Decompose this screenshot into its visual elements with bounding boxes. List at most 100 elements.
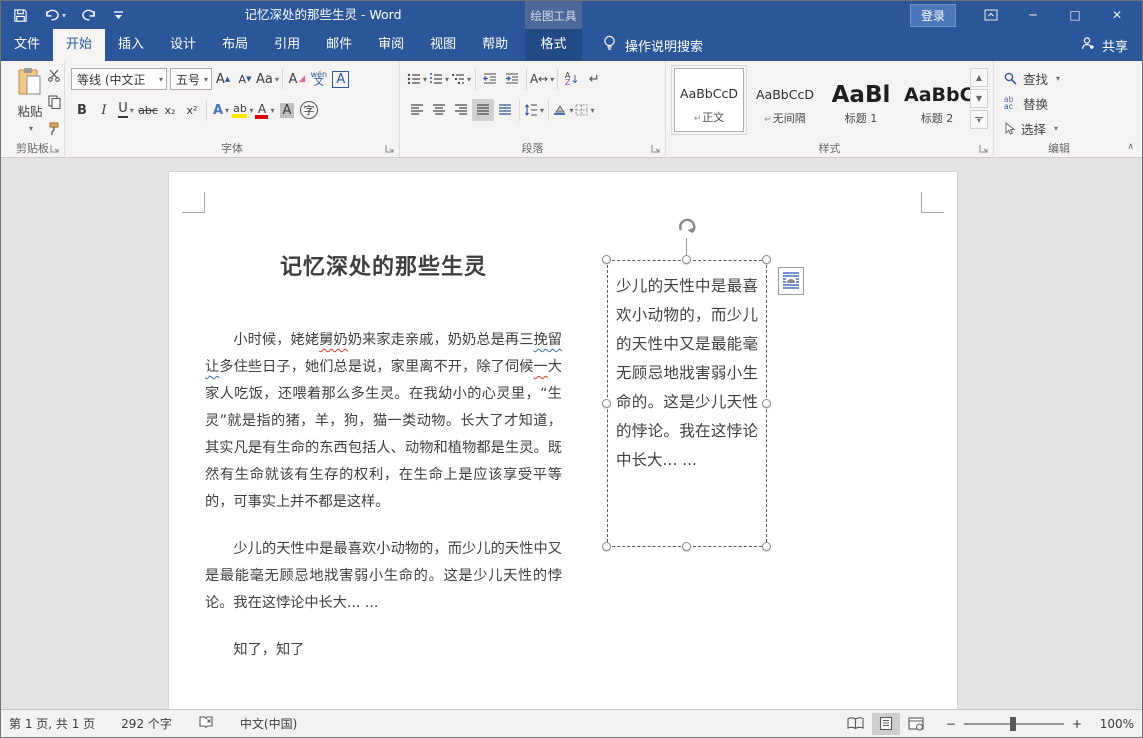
multilevel-list-button[interactable]: ▾ xyxy=(450,68,472,90)
zoom-slider-thumb[interactable] xyxy=(1010,717,1016,731)
tab-file[interactable]: 文件 xyxy=(1,29,53,61)
word-count-status[interactable]: 292 个字 xyxy=(121,715,172,732)
resize-handle-bottom-left[interactable] xyxy=(602,542,611,551)
zoom-in-button[interactable]: + xyxy=(1072,717,1082,731)
format-painter-button[interactable] xyxy=(48,121,61,140)
zoom-slider[interactable] xyxy=(964,723,1064,725)
character-shading-button[interactable]: A xyxy=(276,99,298,121)
paste-button[interactable]: 粘贴 ▾ xyxy=(9,67,51,139)
bold-button[interactable]: B xyxy=(71,99,93,121)
character-border-button[interactable]: A xyxy=(330,68,352,90)
tab-view[interactable]: 视图 xyxy=(417,29,469,61)
text-effects-button[interactable]: A▾ xyxy=(210,99,232,121)
change-case-button[interactable]: Aa▾ xyxy=(256,68,279,90)
web-layout-button[interactable] xyxy=(902,713,930,735)
increase-indent-button[interactable] xyxy=(501,68,523,90)
tab-home[interactable]: 开始 xyxy=(53,29,105,61)
paragraph-3[interactable]: 知了，知了 xyxy=(205,637,923,664)
align-left-button[interactable] xyxy=(406,99,428,121)
zoom-percentage[interactable]: 100% xyxy=(1090,717,1134,731)
print-layout-button[interactable] xyxy=(872,713,900,735)
resize-handle-bottom-right[interactable] xyxy=(762,542,771,551)
style-card-heading1[interactable]: AaBl 标题 1 xyxy=(826,68,896,132)
replace-button[interactable]: abac 替换 xyxy=(1004,94,1060,113)
styles-gallery-up-button[interactable]: ▲ xyxy=(970,68,988,87)
asian-layout-button[interactable]: A▾ xyxy=(530,68,554,90)
phonetic-guide-button[interactable]: wén文 xyxy=(308,68,330,90)
line-spacing-button[interactable]: ▾ xyxy=(523,99,545,121)
decrease-indent-button[interactable] xyxy=(479,68,501,90)
share-button[interactable]: 共享 xyxy=(1081,29,1128,61)
minimize-button[interactable]: ─ xyxy=(1012,1,1054,29)
tab-mailings[interactable]: 邮件 xyxy=(313,29,365,61)
close-button[interactable]: ✕ xyxy=(1096,1,1138,29)
document-page[interactable]: 记忆深处的那些生灵 小时候，姥姥舅奶奶来家走亲戚，奶奶总是再三挽留让多住些日子，… xyxy=(168,171,958,711)
language-status[interactable]: 中文(中国) xyxy=(240,715,297,732)
align-right-button[interactable] xyxy=(450,99,472,121)
shrink-font-button[interactable]: A▼ xyxy=(234,68,256,90)
ribbon-display-options-button[interactable] xyxy=(970,1,1012,29)
select-button[interactable]: 选择▾ xyxy=(1004,119,1060,138)
resize-handle-middle-left[interactable] xyxy=(602,399,611,408)
page-number-status[interactable]: 第 1 页, 共 1 页 xyxy=(9,715,95,732)
document-canvas[interactable]: 记忆深处的那些生灵 小时候，姥姥舅奶奶来家走亲戚，奶奶总是再三挽留让多住些日子，… xyxy=(1,158,1142,711)
proofing-errors-icon[interactable] xyxy=(198,715,214,732)
font-color-button[interactable]: A▾ xyxy=(254,99,276,121)
borders-button[interactable]: ▾ xyxy=(574,99,596,121)
cut-button[interactable] xyxy=(47,67,61,86)
copy-button[interactable] xyxy=(48,94,61,113)
style-card-normal[interactable]: AaBbCcD ↵正文 xyxy=(674,68,744,132)
tab-help[interactable]: 帮助 xyxy=(469,29,521,61)
sort-button[interactable]: AZ ↓ xyxy=(561,68,583,90)
sign-in-button[interactable]: 登录 xyxy=(910,4,956,27)
find-button[interactable]: 查找▾ xyxy=(1004,69,1060,88)
font-dialog-launcher[interactable] xyxy=(385,144,395,154)
tab-format-contextual[interactable]: 格式 xyxy=(525,29,582,61)
font-size-combobox[interactable]: 五号▾ xyxy=(170,68,212,90)
highlight-color-button[interactable]: ab▾ xyxy=(232,99,254,121)
shading-button[interactable]: ▾ xyxy=(552,99,574,121)
distribute-button[interactable] xyxy=(494,99,516,121)
bullets-button[interactable]: ▾ xyxy=(406,68,428,90)
tab-insert[interactable]: 插入 xyxy=(105,29,157,61)
italic-button[interactable]: I xyxy=(93,99,115,121)
numbering-button[interactable]: ▾ xyxy=(428,68,450,90)
justify-button[interactable] xyxy=(472,99,494,121)
superscript-button[interactable]: x² xyxy=(181,99,203,121)
tab-references[interactable]: 引用 xyxy=(261,29,313,61)
clear-formatting-button[interactable]: A◢ xyxy=(286,68,308,90)
rotation-handle[interactable] xyxy=(675,216,699,240)
font-name-combobox[interactable]: 等线 (中文正▾ xyxy=(71,68,167,90)
grow-font-button[interactable]: A▲ xyxy=(212,68,234,90)
resize-handle-bottom-center[interactable] xyxy=(682,542,691,551)
resize-handle-middle-right[interactable] xyxy=(762,399,771,408)
read-mode-button[interactable] xyxy=(842,713,870,735)
tab-layout[interactable]: 布局 xyxy=(209,29,261,61)
style-card-no-spacing[interactable]: AaBbCcD ↵无间隔 xyxy=(750,68,820,132)
show-marks-button[interactable]: ↵ xyxy=(583,68,605,90)
resize-handle-top-right[interactable] xyxy=(762,255,771,264)
tell-me-search[interactable]: 操作说明搜索 xyxy=(603,29,703,61)
styles-dialog-launcher[interactable] xyxy=(979,144,989,154)
layout-options-button[interactable] xyxy=(778,267,804,295)
text-box[interactable]: 少儿的天性中是最喜欢小动物的，而少儿的天性中又是最能毫无顾忌地戕害弱小生命的。这… xyxy=(607,260,767,547)
styles-gallery-more-button[interactable]: ▾ xyxy=(970,110,988,129)
styles-gallery-down-button[interactable]: ▼ xyxy=(970,89,988,108)
zoom-out-button[interactable]: − xyxy=(946,717,956,731)
underline-button[interactable]: U▾ xyxy=(115,99,137,121)
enclose-characters-button[interactable]: 字 xyxy=(298,99,320,121)
paste-dropdown-icon[interactable]: ▾ xyxy=(29,124,33,133)
subscript-button[interactable]: x₂ xyxy=(159,99,181,121)
resize-handle-top-left[interactable] xyxy=(602,255,611,264)
maximize-button[interactable]: □ xyxy=(1054,1,1096,29)
clipboard-dialog-launcher[interactable] xyxy=(50,144,60,154)
paragraph-dialog-launcher[interactable] xyxy=(651,144,661,154)
tab-design[interactable]: 设计 xyxy=(157,29,209,61)
style-card-heading2[interactable]: AaBbC 标题 2 xyxy=(902,68,972,132)
text-box-content[interactable]: 少儿的天性中是最喜欢小动物的，而少儿的天性中又是最能毫无顾忌地戕害弱小生命的。这… xyxy=(616,272,758,475)
strikethrough-button[interactable]: abc xyxy=(137,99,159,121)
tab-review[interactable]: 审阅 xyxy=(365,29,417,61)
align-center-button[interactable] xyxy=(428,99,450,121)
resize-handle-top-center[interactable] xyxy=(682,255,691,264)
collapse-ribbon-button[interactable]: ∧ xyxy=(1127,142,1134,152)
